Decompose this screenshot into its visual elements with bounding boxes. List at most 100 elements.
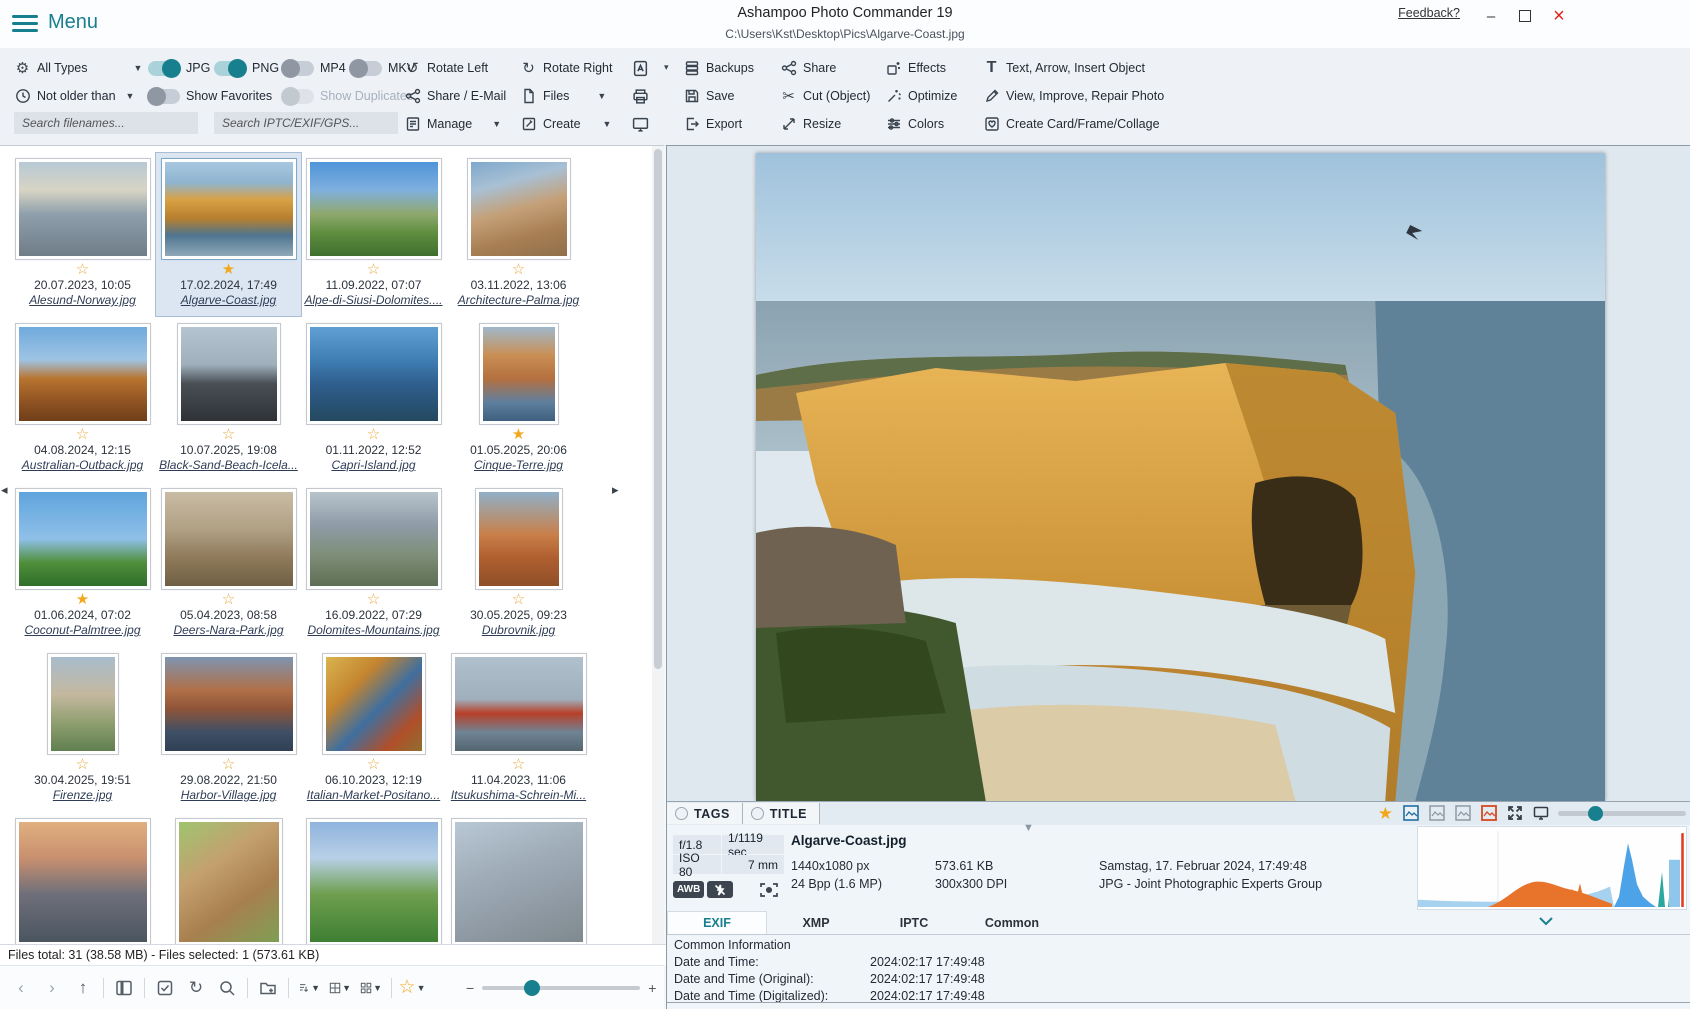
thumbnail-cell[interactable]: ☆ 05.04.2023, 08:58 Deers-Nara-Park.jpg <box>156 483 301 646</box>
zoom-in-icon[interactable]: + <box>648 980 656 996</box>
preview-zoom-slider[interactable] <box>1558 811 1686 816</box>
expand-metadata-chevron-icon[interactable] <box>1538 914 1554 933</box>
print-button[interactable] <box>632 84 649 108</box>
rotate-left-button[interactable]: ↺ Rotate Left <box>404 56 488 80</box>
favorite-star-icon[interactable]: ☆ <box>10 262 155 277</box>
png-toggle[interactable]: PNG <box>214 56 279 80</box>
thumbnail-filename[interactable]: Italian-Market-Positano... <box>301 788 446 802</box>
slideshow-button[interactable] <box>632 112 649 136</box>
splitter-caret-icon[interactable]: ▾ <box>664 62 669 73</box>
favorite-star-icon[interactable]: ☆ <box>156 592 301 607</box>
thumbnail-image[interactable] <box>307 159 441 259</box>
thumbnail-cell[interactable]: ☆ 04.08.2024, 12:15 Australian-Outback.j… <box>10 318 155 481</box>
grid-scrollbar[interactable] <box>652 146 664 963</box>
thumbnail-cell[interactable]: ☆ 11.04.2023, 11:06 Itsukushima-Schrein-… <box>446 648 591 811</box>
thumbnail-cell[interactable] <box>10 813 155 963</box>
photo-view-mode-4-icon[interactable] <box>1480 805 1497 822</box>
thumbnail-image[interactable] <box>480 324 558 424</box>
files-dropdown[interactable]: Files ▼ <box>520 84 606 108</box>
thumbnail-image[interactable] <box>162 654 296 754</box>
thumbnail-filename[interactable]: Capri-Island.jpg <box>301 458 446 472</box>
sort-button[interactable]: ▼ <box>298 977 320 999</box>
thumbnail-filename[interactable]: Black-Sand-Beach-Icela... <box>156 458 301 472</box>
back-button[interactable]: ‹ <box>10 977 32 999</box>
all-types-dropdown[interactable]: ⚙ All Types ▼ <box>14 56 142 80</box>
thumbnail-filename[interactable]: Dolomites-Mountains.jpg <box>301 623 446 637</box>
jpg-toggle[interactable]: JPG <box>148 56 210 80</box>
thumbnail-filename[interactable]: Architecture-Palma.jpg <box>446 293 591 307</box>
tab-title[interactable]: TITLE <box>743 803 820 824</box>
forward-button[interactable]: › <box>41 977 63 999</box>
preview-photo[interactable] <box>756 153 1605 801</box>
tab-common[interactable]: Common <box>963 912 1061 934</box>
thumbnail-cell[interactable] <box>446 813 591 963</box>
resize-button[interactable]: Resize <box>780 112 841 136</box>
zoom-slider-track[interactable] <box>482 986 640 990</box>
thumbnail-filename[interactable]: Coconut-Palmtree.jpg <box>10 623 155 637</box>
thumbnail-image[interactable] <box>48 654 118 754</box>
thumbnail-filename[interactable]: Cinque-Terre.jpg <box>446 458 591 472</box>
favorite-star-icon[interactable]: ☆ <box>10 757 155 772</box>
thumbnail-image[interactable] <box>176 819 282 945</box>
view-grid-button[interactable]: ▼ <box>329 977 351 999</box>
thumbnail-image[interactable] <box>178 324 280 424</box>
favorite-star-icon[interactable]: ☆ <box>446 262 591 277</box>
show-favorites-toggle[interactable]: Show Favorites <box>148 84 272 108</box>
expand-panel-arrow[interactable]: ▸ <box>612 482 619 498</box>
magnifier-icon[interactable] <box>216 977 238 999</box>
up-button[interactable]: ↑ <box>72 977 94 999</box>
thumbnail-cell[interactable] <box>156 813 301 963</box>
favorite-star-icon[interactable]: ☆ <box>446 757 591 772</box>
panel-layout-button[interactable] <box>113 977 135 999</box>
feedback-link[interactable]: Feedback? <box>1398 6 1460 20</box>
thumbnail-filename[interactable]: Itsukushima-Schrein-Mi... <box>446 788 591 802</box>
thumbnail-filename[interactable]: Alpe-di-Siusi-Dolomites.... <box>301 293 446 307</box>
thumbnail-cell[interactable]: ☆ 30.04.2025, 19:51 Firenze.jpg <box>10 648 155 811</box>
backups-button[interactable]: Backups <box>683 56 754 80</box>
favorite-star-icon[interactable]: ★ <box>446 427 591 442</box>
save-button[interactable]: Save <box>683 84 735 108</box>
thumbnail-image[interactable] <box>162 159 296 259</box>
thumbnail-image[interactable] <box>476 489 562 589</box>
thumbnail-cell[interactable]: ☆ 11.09.2022, 07:07 Alpe-di-Siusi-Dolomi… <box>301 153 446 316</box>
collapse-panel-chevron-icon[interactable]: ▼ <box>1023 822 1034 834</box>
thumbnail-image[interactable] <box>16 324 150 424</box>
thumbnail-cell[interactable]: ★ 01.05.2025, 20:06 Cinque-Terre.jpg <box>446 318 591 481</box>
photo-view-mode-2-icon[interactable] <box>1428 805 1445 822</box>
thumbnail-cell[interactable]: ☆ 20.07.2023, 10:05 Alesund-Norway.jpg <box>10 153 155 316</box>
checkbox-mode-button[interactable] <box>154 977 176 999</box>
tab-tags[interactable]: TAGS <box>667 803 743 824</box>
mp4-toggle[interactable]: MP4 <box>282 56 346 80</box>
thumbnail-filename[interactable]: Dubrovnik.jpg <box>446 623 591 637</box>
thumbnail-size-button[interactable]: ▼ <box>360 977 382 999</box>
favorite-star-icon[interactable]: ★ <box>1378 805 1393 822</box>
thumbnail-filename[interactable]: Algarve-Coast.jpg <box>156 293 301 307</box>
favorite-star-icon[interactable]: ☆ <box>10 427 155 442</box>
fullscreen-icon[interactable] <box>1506 805 1523 822</box>
maximize-button[interactable] <box>1512 4 1538 28</box>
favorite-star-icon[interactable]: ☆ <box>156 757 301 772</box>
manage-dropdown[interactable]: Manage ▼ <box>404 112 501 136</box>
minimize-button[interactable]: – <box>1478 4 1504 28</box>
preview-zoom-knob[interactable] <box>1588 806 1603 821</box>
view-improve-repair-button[interactable]: View, Improve, Repair Photo <box>983 84 1164 108</box>
zoom-slider-knob[interactable] <box>524 980 540 996</box>
thumbnail-cell[interactable]: ☆ 29.08.2022, 21:50 Harbor-Village.jpg <box>156 648 301 811</box>
collapse-left-panel-arrow[interactable]: ◂ <box>1 482 8 498</box>
thumbnail-image[interactable] <box>16 819 150 945</box>
thumbnail-image[interactable] <box>307 819 441 945</box>
favorite-star-icon[interactable]: ★ <box>10 592 155 607</box>
thumbnail-image[interactable] <box>307 489 441 589</box>
thumbnail-cell[interactable] <box>301 813 446 963</box>
favorite-star-icon[interactable]: ☆ <box>301 427 446 442</box>
thumbnail-cell[interactable]: ☆ 01.11.2022, 12:52 Capri-Island.jpg <box>301 318 446 481</box>
thumbnail-image[interactable] <box>323 654 425 754</box>
create-card-frame-collage-button[interactable]: Create Card/Frame/Collage <box>983 112 1160 136</box>
not-older-than-dropdown[interactable]: Not older than ▼ <box>14 84 134 108</box>
thumbnail-cell[interactable]: ☆ 10.07.2025, 19:08 Black-Sand-Beach-Ice… <box>156 318 301 481</box>
thumbnail-image[interactable] <box>307 324 441 424</box>
new-folder-button[interactable] <box>257 977 279 999</box>
cut-object-button[interactable]: ✂ Cut (Object) <box>780 84 870 108</box>
favorite-star-icon[interactable]: ☆ <box>301 262 446 277</box>
thumbnail-cell[interactable]: ☆ 06.10.2023, 12:19 Italian-Market-Posit… <box>301 648 446 811</box>
